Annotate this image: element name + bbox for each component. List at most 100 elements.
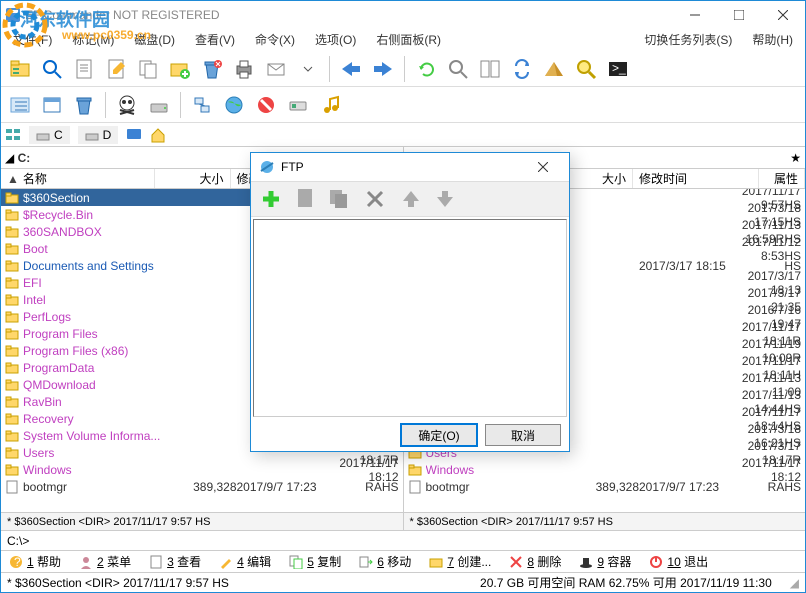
folder-view-icon[interactable]	[5, 54, 35, 84]
recycle-bin-icon[interactable]	[69, 90, 99, 120]
delete-icon[interactable]	[197, 54, 227, 84]
menu-mark[interactable]: 标记(M)	[68, 29, 118, 50]
col-date[interactable]: 修改时间	[633, 169, 759, 188]
search-drive-icon[interactable]	[571, 54, 601, 84]
disk-info-icon[interactable]	[144, 90, 174, 120]
ftp-title-bar[interactable]: FTP	[251, 153, 569, 181]
hdd-icon	[85, 128, 99, 142]
command-line[interactable]: C:\>	[1, 530, 805, 550]
window-icon[interactable]	[37, 90, 67, 120]
new-folder-icon[interactable]	[165, 54, 195, 84]
menu-disk[interactable]: 磁盘(D)	[130, 29, 179, 50]
maximize-button[interactable]	[717, 1, 761, 29]
menu-command[interactable]: 命令(X)	[251, 29, 299, 50]
fn-f6-move[interactable]: 6 移动	[355, 552, 415, 571]
function-key-bar: ?1 帮助 2 菜单 3 查看 4 编辑 5 复制 6 移动 7 创建... 8…	[1, 550, 805, 572]
terminal-icon[interactable]: >_	[603, 54, 633, 84]
tree-view-icon[interactable]	[5, 90, 35, 120]
menu-options[interactable]: 选项(O)	[311, 29, 360, 50]
pyramid-icon[interactable]	[539, 54, 569, 84]
desktop-icon[interactable]	[126, 127, 142, 143]
ftp-add-icon[interactable]	[255, 183, 287, 215]
search-icon[interactable]	[37, 54, 67, 84]
fn-f3-view[interactable]: 3 查看	[145, 552, 205, 571]
menu-view[interactable]: 查看(V)	[191, 29, 239, 50]
drive-bar: C D	[1, 123, 805, 147]
fn-f2-menu[interactable]: 2 菜单	[75, 552, 135, 571]
file-date: 2017/9/7 17:23	[639, 480, 761, 494]
layout-icon[interactable]	[5, 127, 21, 143]
forward-icon[interactable]	[368, 54, 398, 84]
list-item[interactable]: bootmgr389,3282017/9/7 17:23RAHS	[1, 478, 403, 495]
col-name[interactable]: ▲名称	[1, 169, 155, 188]
fn-f8-delete[interactable]: 8 删除	[505, 552, 565, 571]
file-attr: RAHS	[761, 480, 801, 494]
status-left: * $360Section <DIR> 2017/11/17 9:57 HS	[7, 576, 229, 590]
folder-icon	[5, 446, 19, 460]
globe-icon[interactable]	[219, 90, 249, 120]
compare-icon[interactable]	[475, 54, 505, 84]
ftp-down-icon[interactable]	[429, 183, 461, 215]
ftp-edit-icon[interactable]	[289, 183, 321, 215]
menu-help[interactable]: 帮助(H)	[748, 29, 797, 50]
star-icon[interactable]: ★	[790, 151, 801, 165]
ftp-delete-icon[interactable]	[359, 183, 391, 215]
ftp-copy-icon[interactable]	[323, 183, 355, 215]
left-status: * $360Section <DIR> 2017/11/17 9:57 HS	[1, 512, 403, 530]
fn-f1-help[interactable]: ?1 帮助	[5, 552, 65, 571]
block-icon[interactable]	[251, 90, 281, 120]
folder-icon	[408, 463, 422, 477]
svg-text:?: ?	[14, 555, 21, 569]
print-icon[interactable]	[229, 54, 259, 84]
list-item[interactable]: Windows2017/11/17 18:12	[1, 461, 403, 478]
menu-task-switch[interactable]: 切换任务列表(S)	[640, 29, 736, 50]
file-size: 389,328	[569, 480, 639, 494]
fn-f4-edit[interactable]: 4 编辑	[215, 552, 275, 571]
col-attr[interactable]: 属性	[759, 169, 805, 188]
mail-icon[interactable]	[261, 54, 291, 84]
ftp-list[interactable]	[253, 219, 567, 417]
list-item[interactable]: Windows2017/11/17 18:12	[404, 461, 806, 478]
fn-f7-create[interactable]: 7 创建...	[425, 552, 495, 571]
music-icon[interactable]	[315, 90, 345, 120]
skull-icon[interactable]	[112, 90, 142, 120]
back-icon[interactable]	[336, 54, 366, 84]
list-item[interactable]: bootmgr389,3282017/9/7 17:23RAHS	[404, 478, 806, 495]
col-size[interactable]: 大小	[155, 169, 231, 188]
drive-icon[interactable]	[283, 90, 313, 120]
title-bar: EF Commander NOT REGISTERED	[1, 1, 805, 29]
dropdown-icon[interactable]	[293, 54, 323, 84]
drive-d-button[interactable]: D	[78, 126, 119, 144]
file-name: Documents and Settings	[23, 259, 167, 273]
drive-c-button[interactable]: C	[29, 126, 70, 144]
close-button[interactable]	[761, 1, 805, 29]
sync-icon[interactable]	[507, 54, 537, 84]
zoom-icon[interactable]	[443, 54, 473, 84]
network-icon[interactable]	[187, 90, 217, 120]
copy-icon[interactable]	[133, 54, 163, 84]
folder-icon	[5, 412, 19, 426]
window-title: EF Commander NOT REGISTERED	[25, 8, 219, 22]
file-size: 389,328	[167, 480, 237, 494]
folder-icon	[5, 242, 19, 256]
ftp-up-icon[interactable]	[395, 183, 427, 215]
document-icon[interactable]	[69, 54, 99, 84]
move-icon	[359, 555, 373, 569]
refresh-icon[interactable]	[411, 54, 441, 84]
menu-bar: 文件(F) 标记(M) 磁盘(D) 查看(V) 命令(X) 选项(O) 右侧面板…	[1, 29, 805, 51]
fn-f10-exit[interactable]: 10 退出	[645, 552, 712, 571]
ftp-cancel-button[interactable]: 取消	[485, 424, 561, 446]
ftp-ok-button[interactable]: 确定(O)	[401, 424, 477, 446]
edit-icon[interactable]	[101, 54, 131, 84]
home-icon[interactable]	[150, 127, 166, 143]
resize-grip-icon[interactable]: ◢	[790, 576, 799, 590]
fn-f5-copy[interactable]: 5 复制	[285, 552, 345, 571]
folder-icon	[5, 293, 19, 307]
menu-file[interactable]: 文件(F)	[9, 29, 56, 50]
ftp-close-button[interactable]	[525, 154, 561, 180]
folder-icon	[5, 344, 19, 358]
sort-arrow-icon: ▲	[7, 172, 19, 186]
fn-f9-container[interactable]: 9 容器	[575, 552, 635, 571]
menu-right-panel[interactable]: 右侧面板(R)	[372, 29, 445, 50]
minimize-button[interactable]	[673, 1, 717, 29]
